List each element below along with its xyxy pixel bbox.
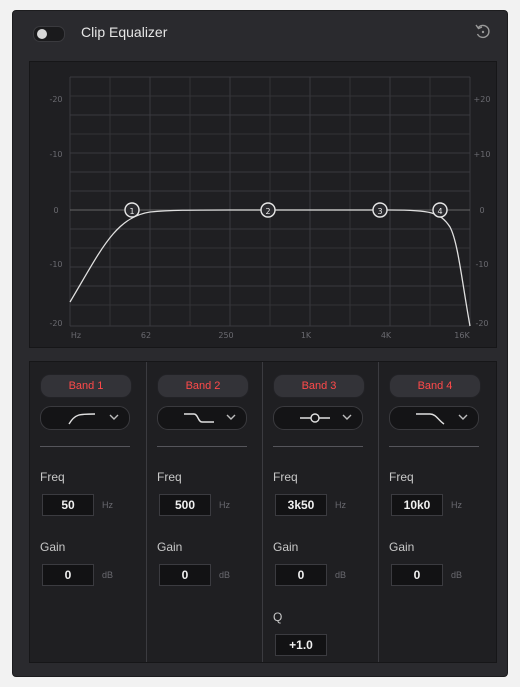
- y-tick-left: -10: [49, 260, 62, 269]
- gain-label: Gain: [40, 540, 66, 554]
- freq-unit: Hz: [219, 500, 230, 510]
- band-2-freq-field[interactable]: 500: [159, 494, 211, 516]
- gain-unit: dB: [102, 570, 114, 580]
- band-4-gain-field[interactable]: 0: [391, 564, 443, 586]
- x-tick: 1K: [301, 331, 312, 340]
- divider: [389, 446, 479, 447]
- band-controls: Band 1 Freq 50 Hz Gain 0 dB Band 2 Freq …: [29, 361, 497, 663]
- band-1-button[interactable]: Band 1: [40, 374, 132, 398]
- band-node-1[interactable]: 1: [124, 202, 140, 218]
- band-1-gain-field[interactable]: 0: [42, 564, 94, 586]
- y-tick-left: -20: [49, 319, 62, 328]
- band-2-gain-field[interactable]: 0: [159, 564, 211, 586]
- band-3-column: Band 3 Freq 3k50 Hz Gain 0 dB Q +1.0: [262, 362, 378, 662]
- gain-unit: dB: [335, 570, 347, 580]
- band-3-button[interactable]: Band 3: [273, 374, 365, 398]
- svg-text:1: 1: [129, 207, 134, 216]
- band-node-4[interactable]: 4: [432, 202, 448, 218]
- band-4-column: Band 4 Freq 10k0 Hz Gain 0 dB: [378, 362, 496, 662]
- divider: [157, 446, 247, 447]
- svg-text:4: 4: [437, 207, 442, 216]
- eq-graph[interactable]: 1 2 3 4 -20 -10 0 -10 -20 +20 +10 0 -10 …: [29, 61, 497, 348]
- freq-unit: Hz: [335, 500, 346, 510]
- freq-label: Freq: [273, 470, 298, 484]
- freq-label: Freq: [157, 470, 182, 484]
- band-2-filter-select[interactable]: [157, 406, 247, 430]
- y-tick-right: 0: [479, 206, 484, 215]
- chevron-down-icon: [458, 414, 468, 420]
- y-tick-right: +10: [474, 150, 491, 159]
- freq-unit: Hz: [102, 500, 113, 510]
- gain-label: Gain: [273, 540, 299, 554]
- gain-unit: dB: [451, 570, 463, 580]
- q-label: Q: [273, 610, 283, 624]
- y-tick-left: -10: [49, 150, 62, 159]
- y-tick-right: -20: [475, 319, 488, 328]
- y-tick-right: -10: [475, 260, 488, 269]
- low-shelf-icon: [184, 413, 214, 423]
- band-1-freq-field[interactable]: 50: [42, 494, 94, 516]
- band-3-filter-select[interactable]: [273, 406, 363, 430]
- band-1-filter-select[interactable]: [40, 406, 130, 430]
- gain-unit: dB: [219, 570, 231, 580]
- x-tick: 16K: [454, 331, 470, 340]
- chevron-down-icon: [342, 414, 352, 420]
- panel-title: Clip Equalizer: [81, 24, 168, 40]
- band-2-column: Band 2 Freq 500 Hz Gain 0 dB: [146, 362, 262, 662]
- gain-label: Gain: [157, 540, 183, 554]
- band-node-3[interactable]: 3: [372, 202, 388, 218]
- freq-label: Freq: [389, 470, 414, 484]
- reset-icon[interactable]: [473, 22, 493, 42]
- divider: [40, 446, 130, 447]
- band-4-filter-select[interactable]: [389, 406, 479, 430]
- gain-label: Gain: [389, 540, 415, 554]
- band-2-button[interactable]: Band 2: [157, 374, 249, 398]
- panel-header: Clip Equalizer: [13, 11, 507, 55]
- freq-label: Freq: [40, 470, 65, 484]
- x-tick: Hz: [71, 331, 81, 340]
- band-3-freq-field[interactable]: 3k50: [275, 494, 327, 516]
- freq-unit: Hz: [451, 500, 462, 510]
- toggle-knob: [37, 29, 47, 39]
- low-pass-icon: [416, 413, 445, 425]
- enable-toggle[interactable]: [33, 26, 65, 42]
- y-tick-left: -20: [49, 95, 62, 104]
- x-tick: 250: [218, 331, 233, 340]
- divider: [273, 446, 363, 447]
- band-1-column: Band 1 Freq 50 Hz Gain 0 dB: [30, 362, 146, 662]
- svg-text:3: 3: [377, 207, 382, 216]
- x-tick: 4K: [381, 331, 392, 340]
- band-3-gain-field[interactable]: 0: [275, 564, 327, 586]
- band-3-q-field[interactable]: +1.0: [275, 634, 327, 656]
- bell-icon: [300, 413, 330, 423]
- band-node-2[interactable]: 2: [260, 202, 276, 218]
- x-tick: 62: [141, 331, 151, 340]
- band-4-freq-field[interactable]: 10k0: [391, 494, 443, 516]
- svg-text:2: 2: [265, 207, 270, 216]
- y-tick-left: 0: [53, 206, 58, 215]
- high-pass-icon: [68, 413, 96, 425]
- y-tick-right: +20: [474, 95, 491, 104]
- chevron-down-icon: [109, 414, 119, 420]
- chevron-down-icon: [226, 414, 236, 420]
- clip-equalizer-panel: Clip Equalizer 1 2 3 4 -20 -10 0 -10 -20…: [12, 10, 508, 677]
- band-4-button[interactable]: Band 4: [389, 374, 481, 398]
